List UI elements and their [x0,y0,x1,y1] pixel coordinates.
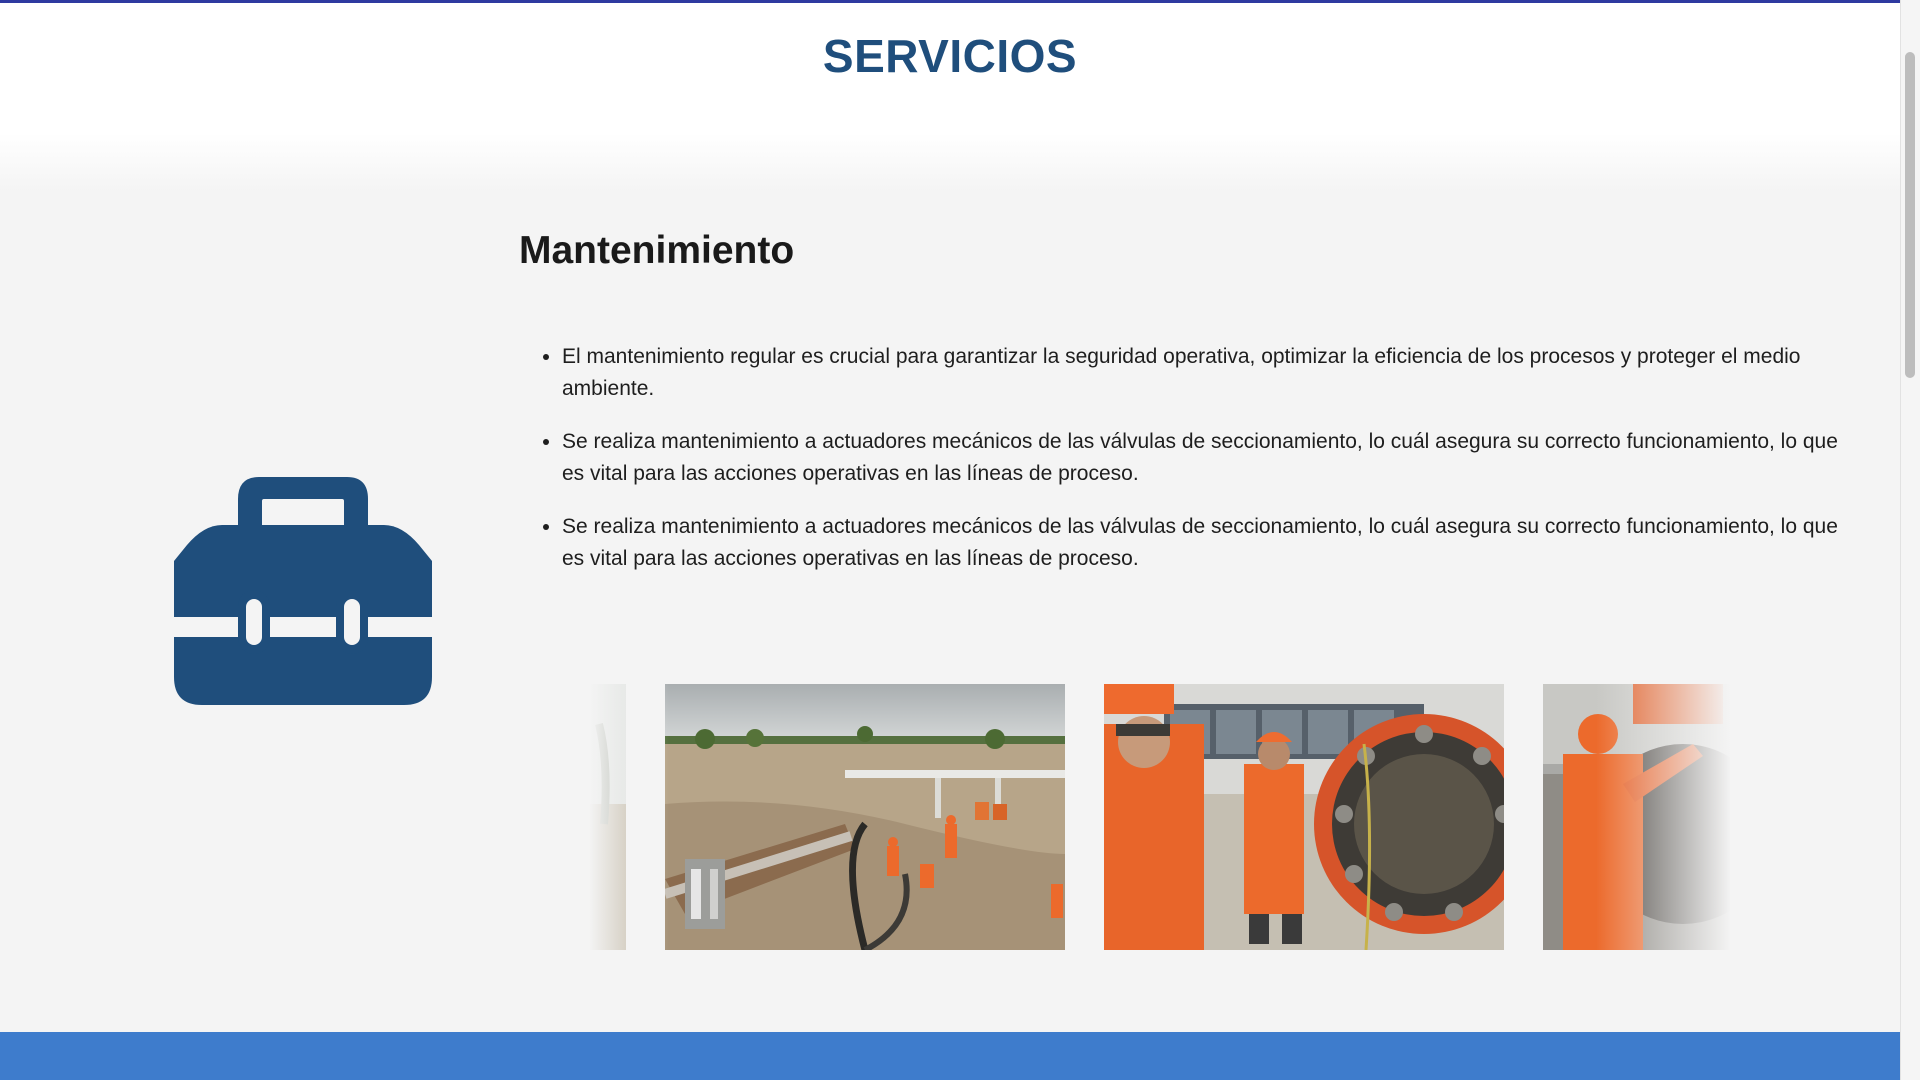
scrollbar-thumb[interactable] [1905,52,1915,378]
bullet-item: Se realiza mantenimiento a actuadores me… [562,426,1852,490]
service-heading: Mantenimiento [519,229,795,272]
footer-band [0,1032,1900,1080]
page: SERVICIOS Mantenimiento • El mantenimien… [0,0,1920,1080]
carousel-image[interactable] [1104,684,1504,950]
section-title: SERVICIOS [822,30,1078,82]
toolbox-icon [174,477,432,705]
carousel-image[interactable] [1543,684,1746,950]
services-section: SERVICIOS Mantenimiento • El mantenimien… [0,3,1900,1032]
carousel-image[interactable] [665,684,1065,950]
service-bullet-list: El mantenimiento regular es crucial para… [519,341,1852,596]
image-carousel[interactable] [589,684,1746,950]
bullet-item: Se realiza mantenimiento a actuadores me… [562,511,1852,575]
carousel-image[interactable] [589,684,626,950]
bullet-item: El mantenimiento regular es crucial para… [562,341,1852,405]
